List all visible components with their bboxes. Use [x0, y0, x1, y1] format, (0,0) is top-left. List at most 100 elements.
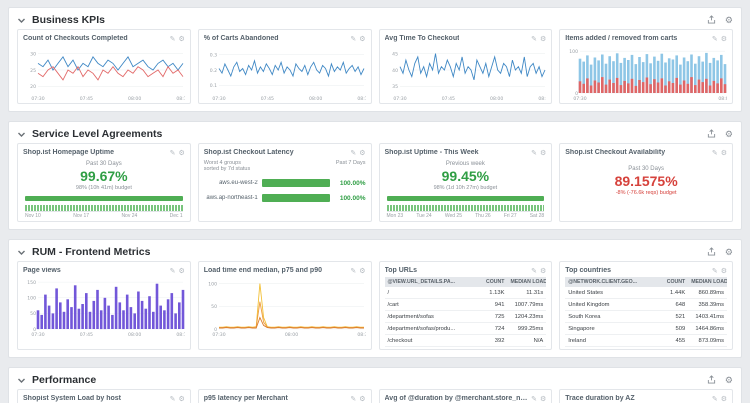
edit-icon[interactable]: ✎: [350, 395, 356, 403]
slo-history-strip[interactable]: [387, 205, 545, 212]
slo-group-row[interactable]: aws.ap-northeast-1 100.00%: [204, 194, 366, 202]
export-icon[interactable]: [707, 15, 716, 26]
widget-items-carts: Items added / removed from carts ✎⚙ 0100…: [559, 29, 733, 104]
collapse-chevron-icon[interactable]: [17, 130, 26, 139]
svg-text:08:15: 08:15: [357, 96, 365, 101]
svg-text:08:15: 08:15: [538, 96, 546, 101]
edit-icon[interactable]: ✎: [531, 149, 537, 157]
gear-icon[interactable]: ⚙: [721, 267, 727, 275]
group-name: aws.ap-northeast-1: [204, 195, 258, 201]
slo-history-strip[interactable]: [25, 205, 183, 212]
table-row[interactable]: South Korea5211403.41ms: [565, 311, 727, 323]
table-row[interactable]: /1.13K11.31s: [385, 287, 547, 299]
edit-icon[interactable]: ✎: [170, 35, 176, 43]
gear-icon[interactable]: ⚙: [540, 149, 546, 157]
section-header: Business KPIs ⚙: [17, 11, 733, 29]
edit-icon[interactable]: ✎: [531, 35, 537, 43]
gear-icon[interactable]: ⚙: [725, 375, 733, 386]
column-header[interactable]: MEDIAN LOAD EVENT: [507, 277, 546, 287]
svg-text:07:45: 07:45: [441, 96, 454, 101]
collapse-chevron-icon[interactable]: [17, 16, 26, 25]
carts-abandoned-chart[interactable]: 0.10.20.307:3007:4508:0008:15: [204, 45, 366, 101]
svg-text:30: 30: [30, 51, 36, 57]
slo-budget: 98% (10h 41m) budget: [23, 185, 185, 191]
edit-icon[interactable]: ✎: [531, 395, 537, 403]
table-row[interactable]: Ireland455873.09ms: [565, 335, 727, 347]
column-header[interactable]: COUNT: [649, 277, 688, 287]
svg-text:07:30: 07:30: [212, 96, 225, 101]
edit-icon[interactable]: ✎: [712, 395, 718, 403]
gear-icon[interactable]: ⚙: [540, 35, 546, 43]
export-icon[interactable]: [707, 375, 716, 386]
gear-icon[interactable]: ⚙: [359, 267, 365, 275]
slo-axis-ticks: Mon 23 Tue 24 Wed 25 Thu 26 Fri 27 Sat 2…: [387, 213, 545, 219]
widget-title: Avg Time To Checkout: [385, 35, 460, 42]
avg-time-chart[interactable]: 35404507:3007:4508:0008:15: [385, 45, 547, 101]
widget-checkouts-completed: Count of Checkouts Completed ✎⚙ 20253007…: [17, 29, 191, 104]
svg-text:07:30: 07:30: [31, 96, 44, 101]
svg-text:08:00: 08:00: [285, 332, 298, 337]
table-row[interactable]: /department/sofas/produ...724999.25ms: [385, 323, 547, 335]
gear-icon[interactable]: ⚙: [721, 149, 727, 157]
gear-icon[interactable]: ⚙: [725, 247, 733, 258]
collapse-chevron-icon[interactable]: [17, 376, 26, 385]
table-row[interactable]: /cart9411007.79ms: [385, 299, 547, 311]
svg-text:07:30: 07:30: [212, 332, 225, 337]
widget-top-countries: Top countries ✎⚙ @NETWORK.CLIENT.GEO...C…: [559, 261, 733, 350]
export-icon[interactable]: [707, 129, 716, 140]
column-header[interactable]: @VIEW.URL_DETAILS.PA...: [385, 277, 469, 287]
page-views-chart[interactable]: 05010015007:3007:4508:0008:15: [23, 277, 185, 337]
items-carts-chart[interactable]: 010007:3008:00: [565, 45, 727, 101]
edit-icon[interactable]: ✎: [170, 267, 176, 275]
svg-text:07:30: 07:30: [31, 332, 44, 337]
slo-period: Previous week: [385, 161, 547, 167]
column-header[interactable]: MEDIAN LOAD EVENT: [688, 277, 727, 287]
column-header[interactable]: COUNT: [469, 277, 508, 287]
svg-text:25: 25: [30, 68, 36, 74]
gear-icon[interactable]: ⚙: [359, 35, 365, 43]
gear-icon[interactable]: ⚙: [725, 129, 733, 140]
gear-icon[interactable]: ⚙: [540, 395, 546, 403]
load-time-chart[interactable]: 05010007:3008:0008:30: [204, 277, 366, 337]
table-row[interactable]: Singapore5091464.86ms: [565, 323, 727, 335]
edit-icon[interactable]: ✎: [712, 35, 718, 43]
edit-icon[interactable]: ✎: [350, 35, 356, 43]
slo-group-row[interactable]: aws.eu-west-2 100.00%: [204, 179, 366, 187]
svg-text:0: 0: [575, 91, 578, 97]
gear-icon[interactable]: ⚙: [178, 267, 184, 275]
gear-icon[interactable]: ⚙: [178, 35, 184, 43]
slo-axis-ticks: Nov 10 Nov 17 Nov 24 Dec 1: [25, 213, 183, 219]
collapse-chevron-icon[interactable]: [17, 248, 26, 257]
gear-icon[interactable]: ⚙: [178, 395, 184, 403]
group-status-bar: [262, 194, 330, 202]
gear-icon[interactable]: ⚙: [721, 395, 727, 403]
table-row[interactable]: /checkout392N/A: [385, 335, 547, 347]
section-title: Performance: [32, 374, 96, 386]
svg-text:07:45: 07:45: [80, 96, 93, 101]
edit-icon[interactable]: ✎: [170, 149, 176, 157]
edit-icon[interactable]: ✎: [531, 267, 537, 275]
edit-icon[interactable]: ✎: [350, 149, 356, 157]
edit-icon[interactable]: ✎: [350, 267, 356, 275]
svg-text:08:30: 08:30: [357, 332, 365, 337]
gear-icon[interactable]: ⚙: [540, 267, 546, 275]
top-urls-table: @VIEW.URL_DETAILS.PA...COUNTMEDIAN LOAD …: [385, 277, 547, 347]
gear-icon[interactable]: ⚙: [359, 395, 365, 403]
gear-icon[interactable]: ⚙: [721, 35, 727, 43]
table-row[interactable]: United Kingdom648358.39ms: [565, 299, 727, 311]
edit-icon[interactable]: ✎: [170, 395, 176, 403]
gear-icon[interactable]: ⚙: [725, 15, 733, 26]
column-header[interactable]: @NETWORK.CLIENT.GEO...: [565, 277, 649, 287]
edit-icon[interactable]: ✎: [712, 267, 718, 275]
svg-text:07:30: 07:30: [574, 96, 587, 101]
svg-text:08:00: 08:00: [128, 332, 141, 337]
export-icon[interactable]: [707, 247, 716, 258]
edit-icon[interactable]: ✎: [712, 149, 718, 157]
widget-title: Shop.ist Checkout Latency: [204, 149, 294, 156]
checkouts-chart[interactable]: 20253007:3007:4508:0008:15: [23, 45, 185, 101]
svg-text:0.2: 0.2: [209, 68, 216, 74]
gear-icon[interactable]: ⚙: [178, 149, 184, 157]
table-row[interactable]: United States1.44K860.89ms: [565, 287, 727, 299]
table-row[interactable]: /department/sofas7251204.23ms: [385, 311, 547, 323]
gear-icon[interactable]: ⚙: [359, 149, 365, 157]
